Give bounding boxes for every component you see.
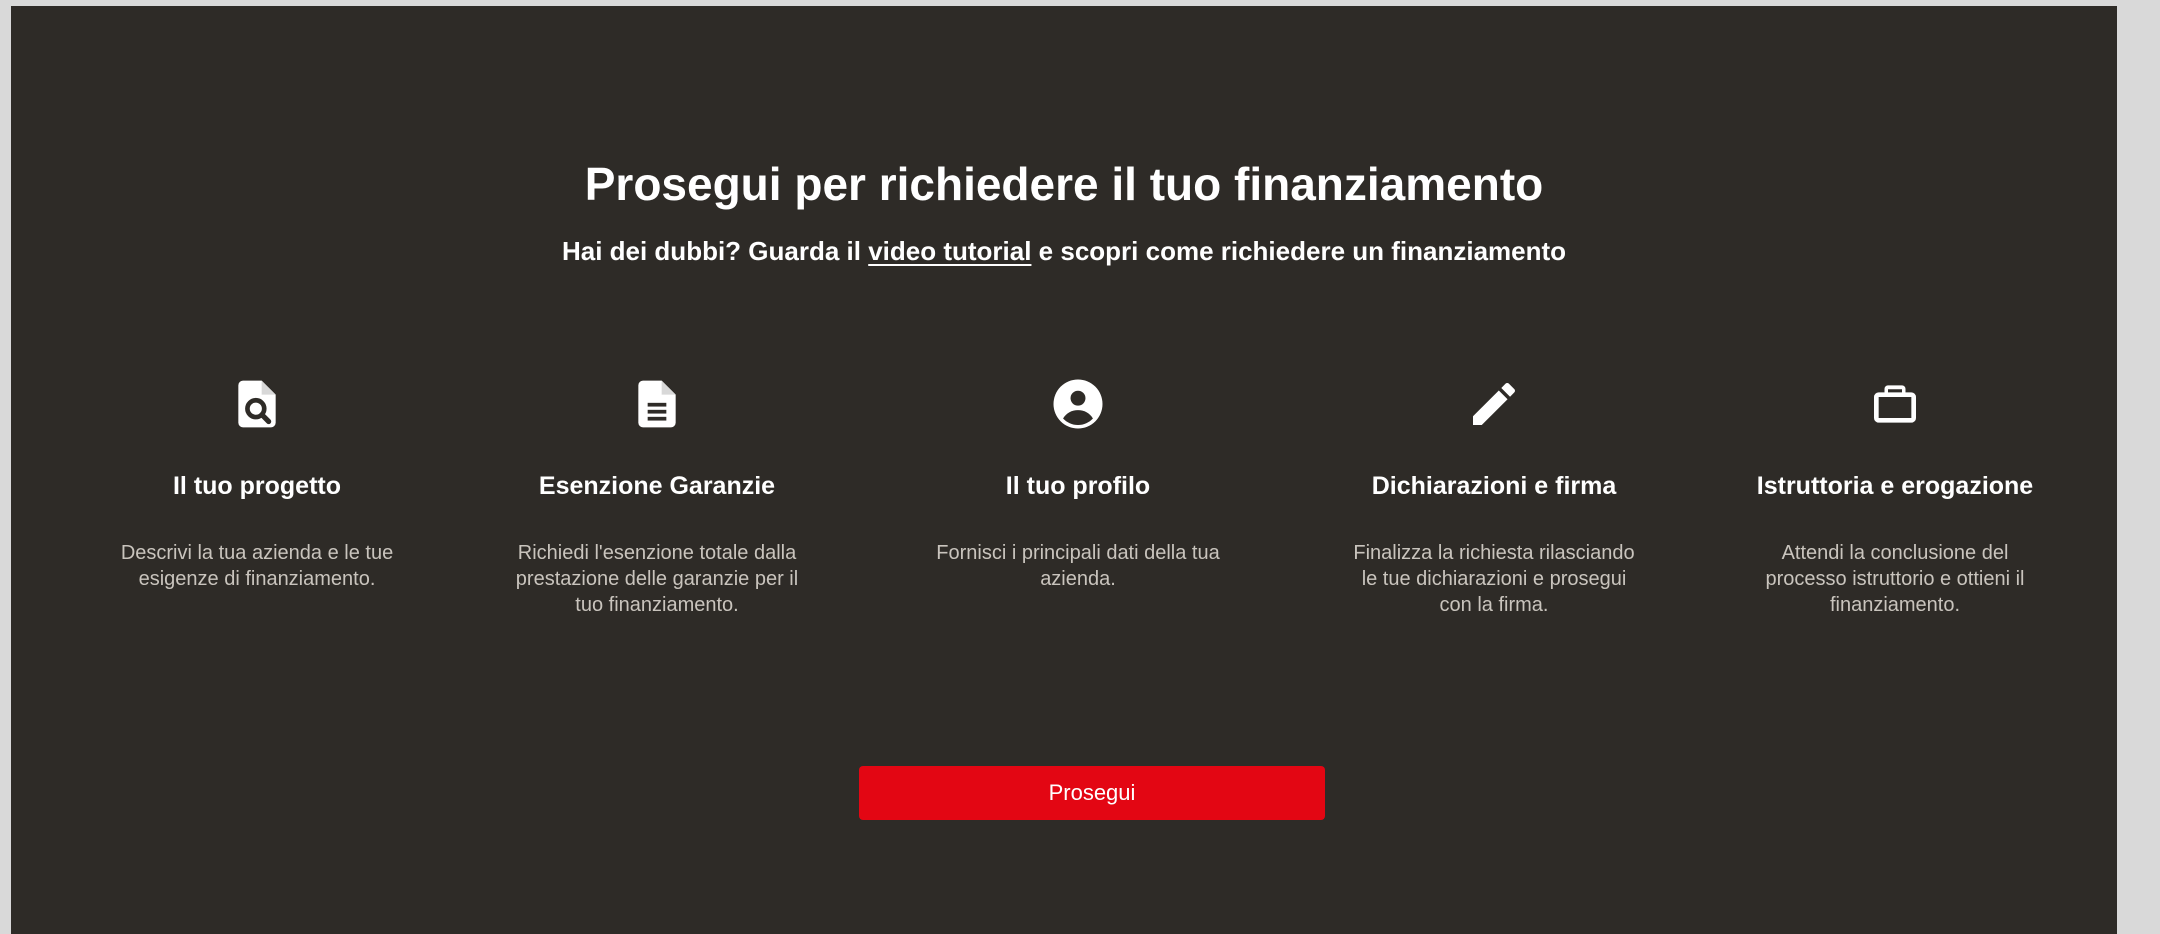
pencil-icon [1466, 376, 1522, 432]
step-description: Attendi la conclusione del processo istr… [1765, 542, 2025, 616]
document-icon [629, 376, 685, 432]
page-title: Prosegui per richiedere il tuo finanziam… [584, 158, 1544, 210]
briefcase-icon [1867, 376, 1923, 432]
subtitle-text-before: Hai dei dubbi? Guarda il [561, 236, 869, 266]
step-dichiarazioni-e-firma: Dichiarazioni e firma Finalizza la richi… [1334, 376, 1654, 616]
subtitle-text-after: e scopri come richiedere un finanziament… [1031, 236, 1567, 266]
step-esenzione-garanzie: Esenzione Garanzie Richiedi l'esenzione … [497, 376, 817, 616]
step-title: Dichiarazioni e firma [1371, 472, 1617, 500]
account-circle-icon [1050, 376, 1106, 432]
file-search-icon [229, 376, 285, 432]
step-description: Fornisci i principali dati della tua azi… [936, 542, 1220, 590]
step-title: Il tuo profilo [1005, 472, 1151, 500]
video-tutorial-link[interactable]: video tutorial [868, 236, 1031, 266]
financing-panel: Prosegui per richiedere il tuo finanziam… [11, 6, 2117, 934]
step-il-tuo-progetto: Il tuo progetto Descrivi la tua azienda … [97, 376, 417, 590]
step-description: Finalizza la richiesta rilasciando le tu… [1353, 542, 1635, 616]
step-il-tuo-profilo: Il tuo profilo Fornisci i principali dat… [918, 376, 1238, 590]
step-title: Istruttoria e erogazione [1756, 472, 2034, 500]
step-title: Esenzione Garanzie [538, 472, 776, 500]
step-title: Il tuo progetto [172, 472, 342, 500]
page-subtitle: Hai dei dubbi? Guarda il video tutorial … [11, 234, 2117, 268]
step-description: Descrivi la tua azienda e le tue esigenz… [120, 542, 394, 590]
step-istruttoria-e-erogazione: Istruttoria e erogazione Attendi la conc… [1735, 376, 2055, 616]
step-description: Richiedi l'esenzione totale dalla presta… [515, 542, 799, 616]
prosegui-button[interactable]: Prosegui [859, 766, 1325, 820]
